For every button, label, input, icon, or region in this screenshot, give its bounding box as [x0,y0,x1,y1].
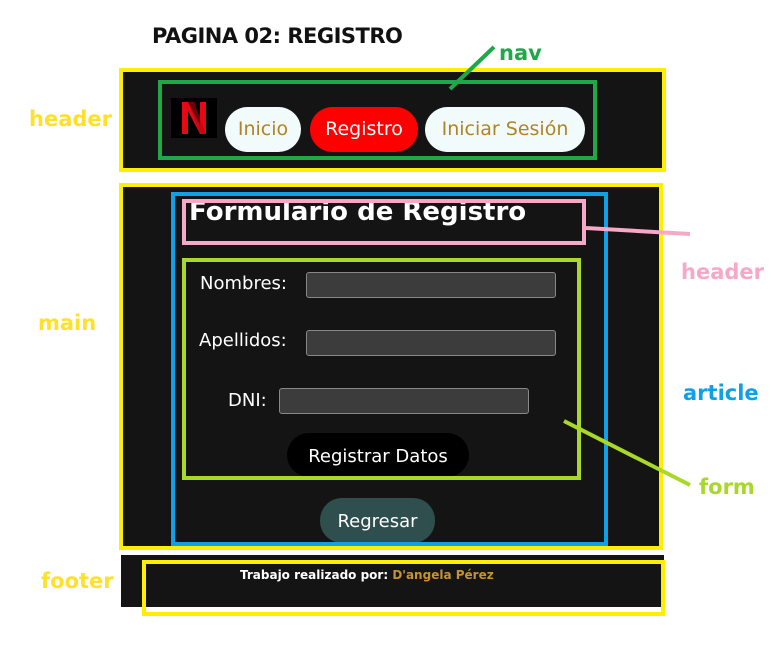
nav-annotation-label: nav [499,41,542,65]
annotation-connectors [448,45,691,487]
main-annotation-label: main [38,311,97,335]
form-connector-line [563,419,691,487]
form-annotation-label: form [699,475,755,499]
header-annotation-label: header [29,107,112,131]
inner-header-annotation-label: header [681,260,764,284]
header-connector-line [585,226,691,236]
nav-connector-line [448,45,496,91]
article-annotation-label: article [683,381,759,405]
footer-annotation-label: footer [41,569,114,593]
